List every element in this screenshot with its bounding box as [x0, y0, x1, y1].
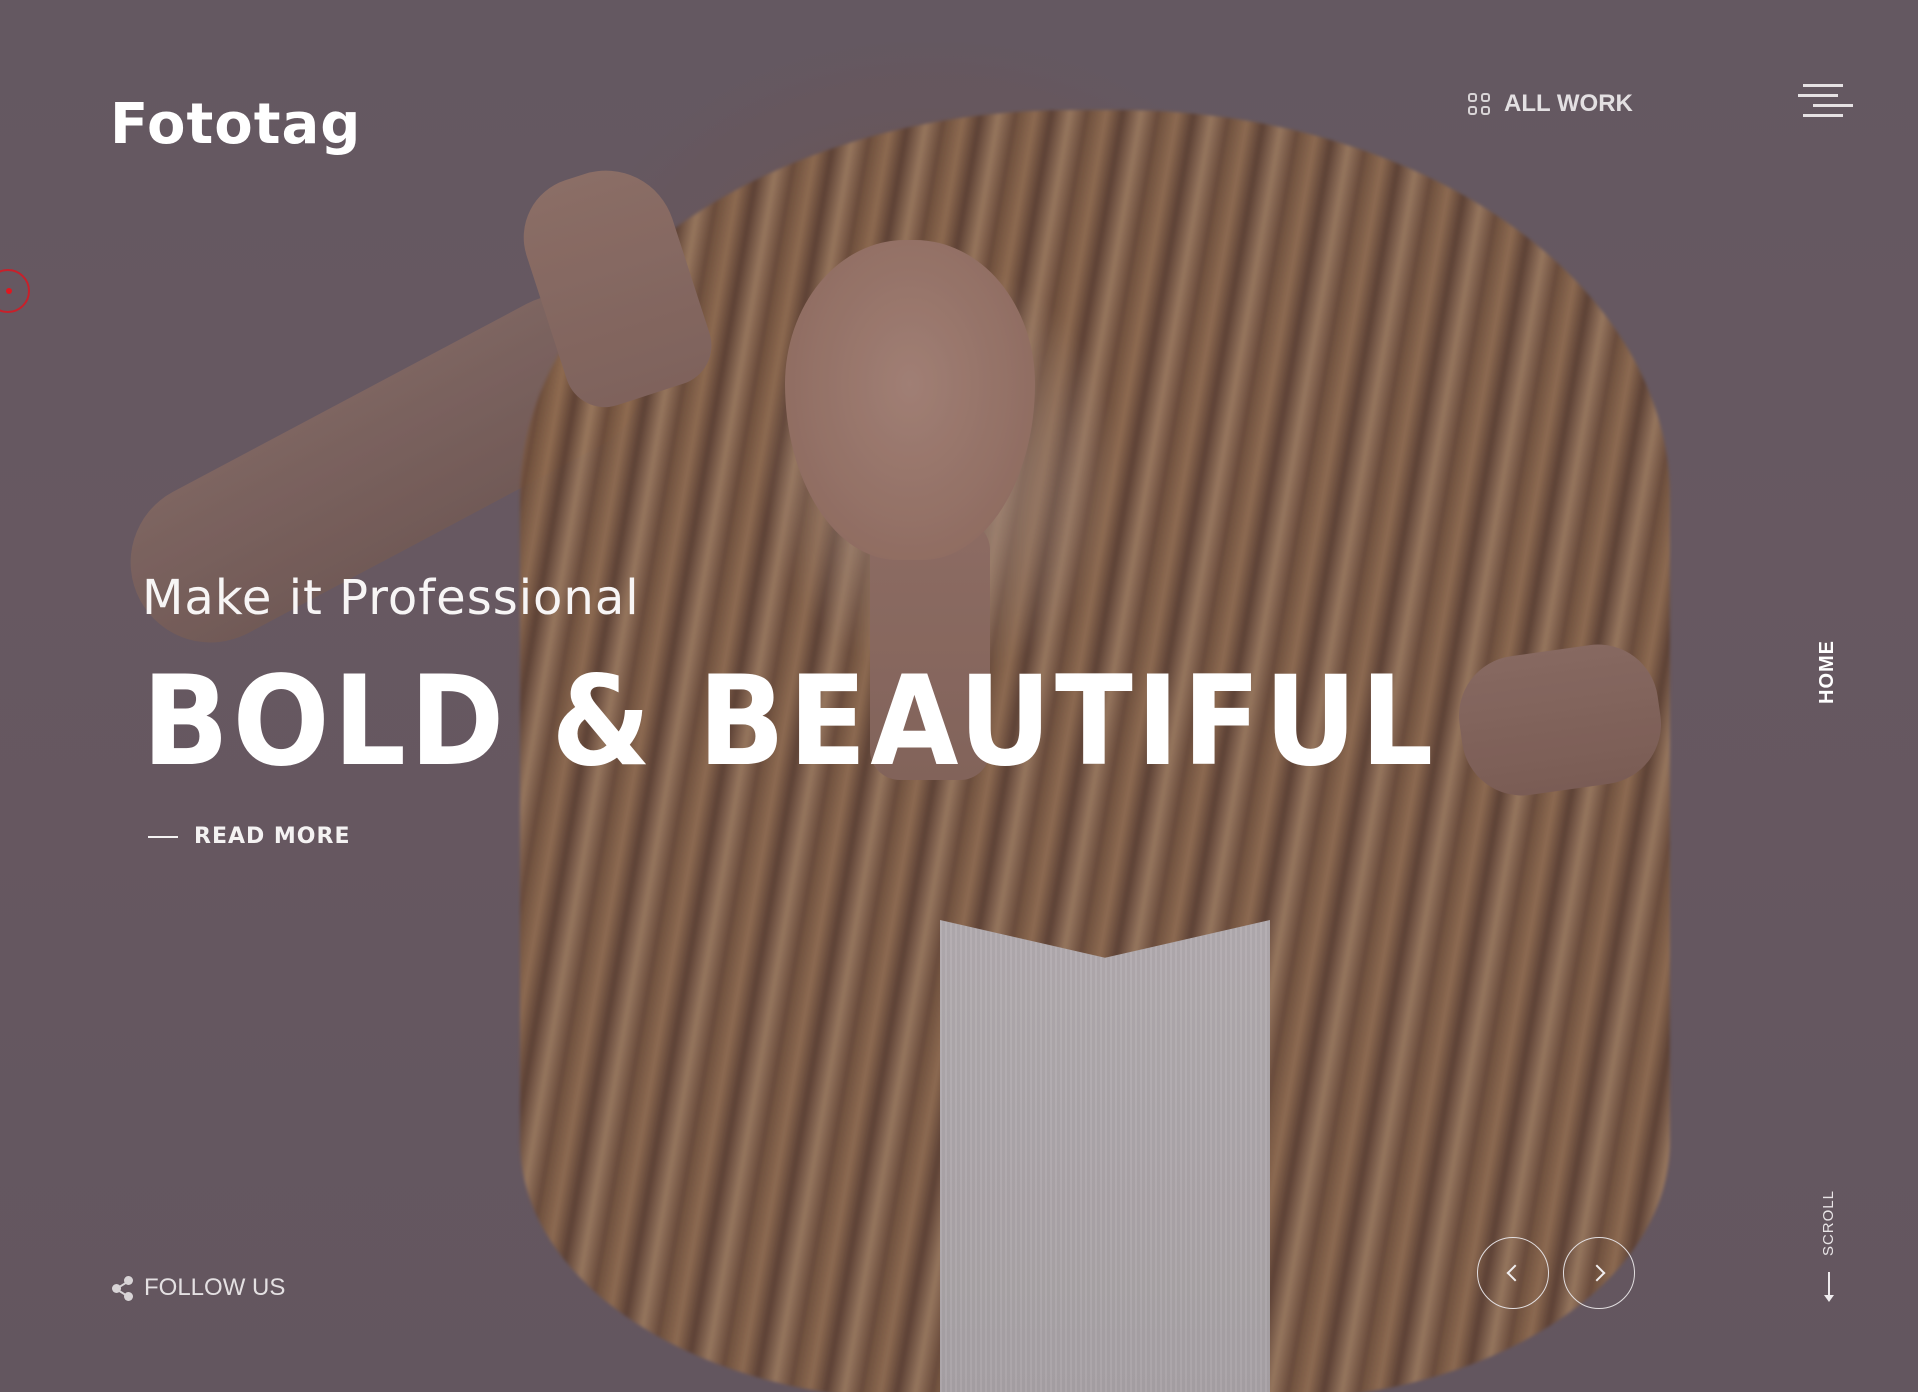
slider-prev-button[interactable]: [1477, 1237, 1549, 1309]
dash-icon: [148, 835, 178, 838]
read-more-label: READ MORE: [194, 824, 351, 849]
hamburger-menu-icon[interactable]: [1798, 84, 1854, 120]
share-icon: [112, 1276, 134, 1301]
chevron-left-icon: [1506, 1264, 1524, 1282]
custom-cursor-dot-icon: [6, 288, 12, 294]
slider-next-button[interactable]: [1563, 1237, 1635, 1309]
scroll-label[interactable]: SCROLL: [1820, 1190, 1837, 1256]
side-nav-home[interactable]: HOME: [1816, 640, 1839, 704]
all-work-link[interactable]: ALL WORK: [1468, 90, 1633, 118]
hero-tagline: Make it Professional: [142, 570, 640, 626]
chevron-right-icon: [1588, 1264, 1606, 1282]
follow-us-link[interactable]: FOLLOW US: [112, 1274, 285, 1302]
arrow-down-icon[interactable]: [1824, 1272, 1834, 1302]
all-work-label: ALL WORK: [1504, 90, 1633, 117]
hero-headline: BOLD & BEAUTIFUL: [142, 650, 1437, 794]
read-more-link[interactable]: READ MORE: [148, 824, 350, 849]
grid-icon: [1468, 93, 1490, 115]
site-logo[interactable]: Fototag: [110, 92, 361, 157]
follow-us-label: FOLLOW US: [144, 1274, 286, 1301]
